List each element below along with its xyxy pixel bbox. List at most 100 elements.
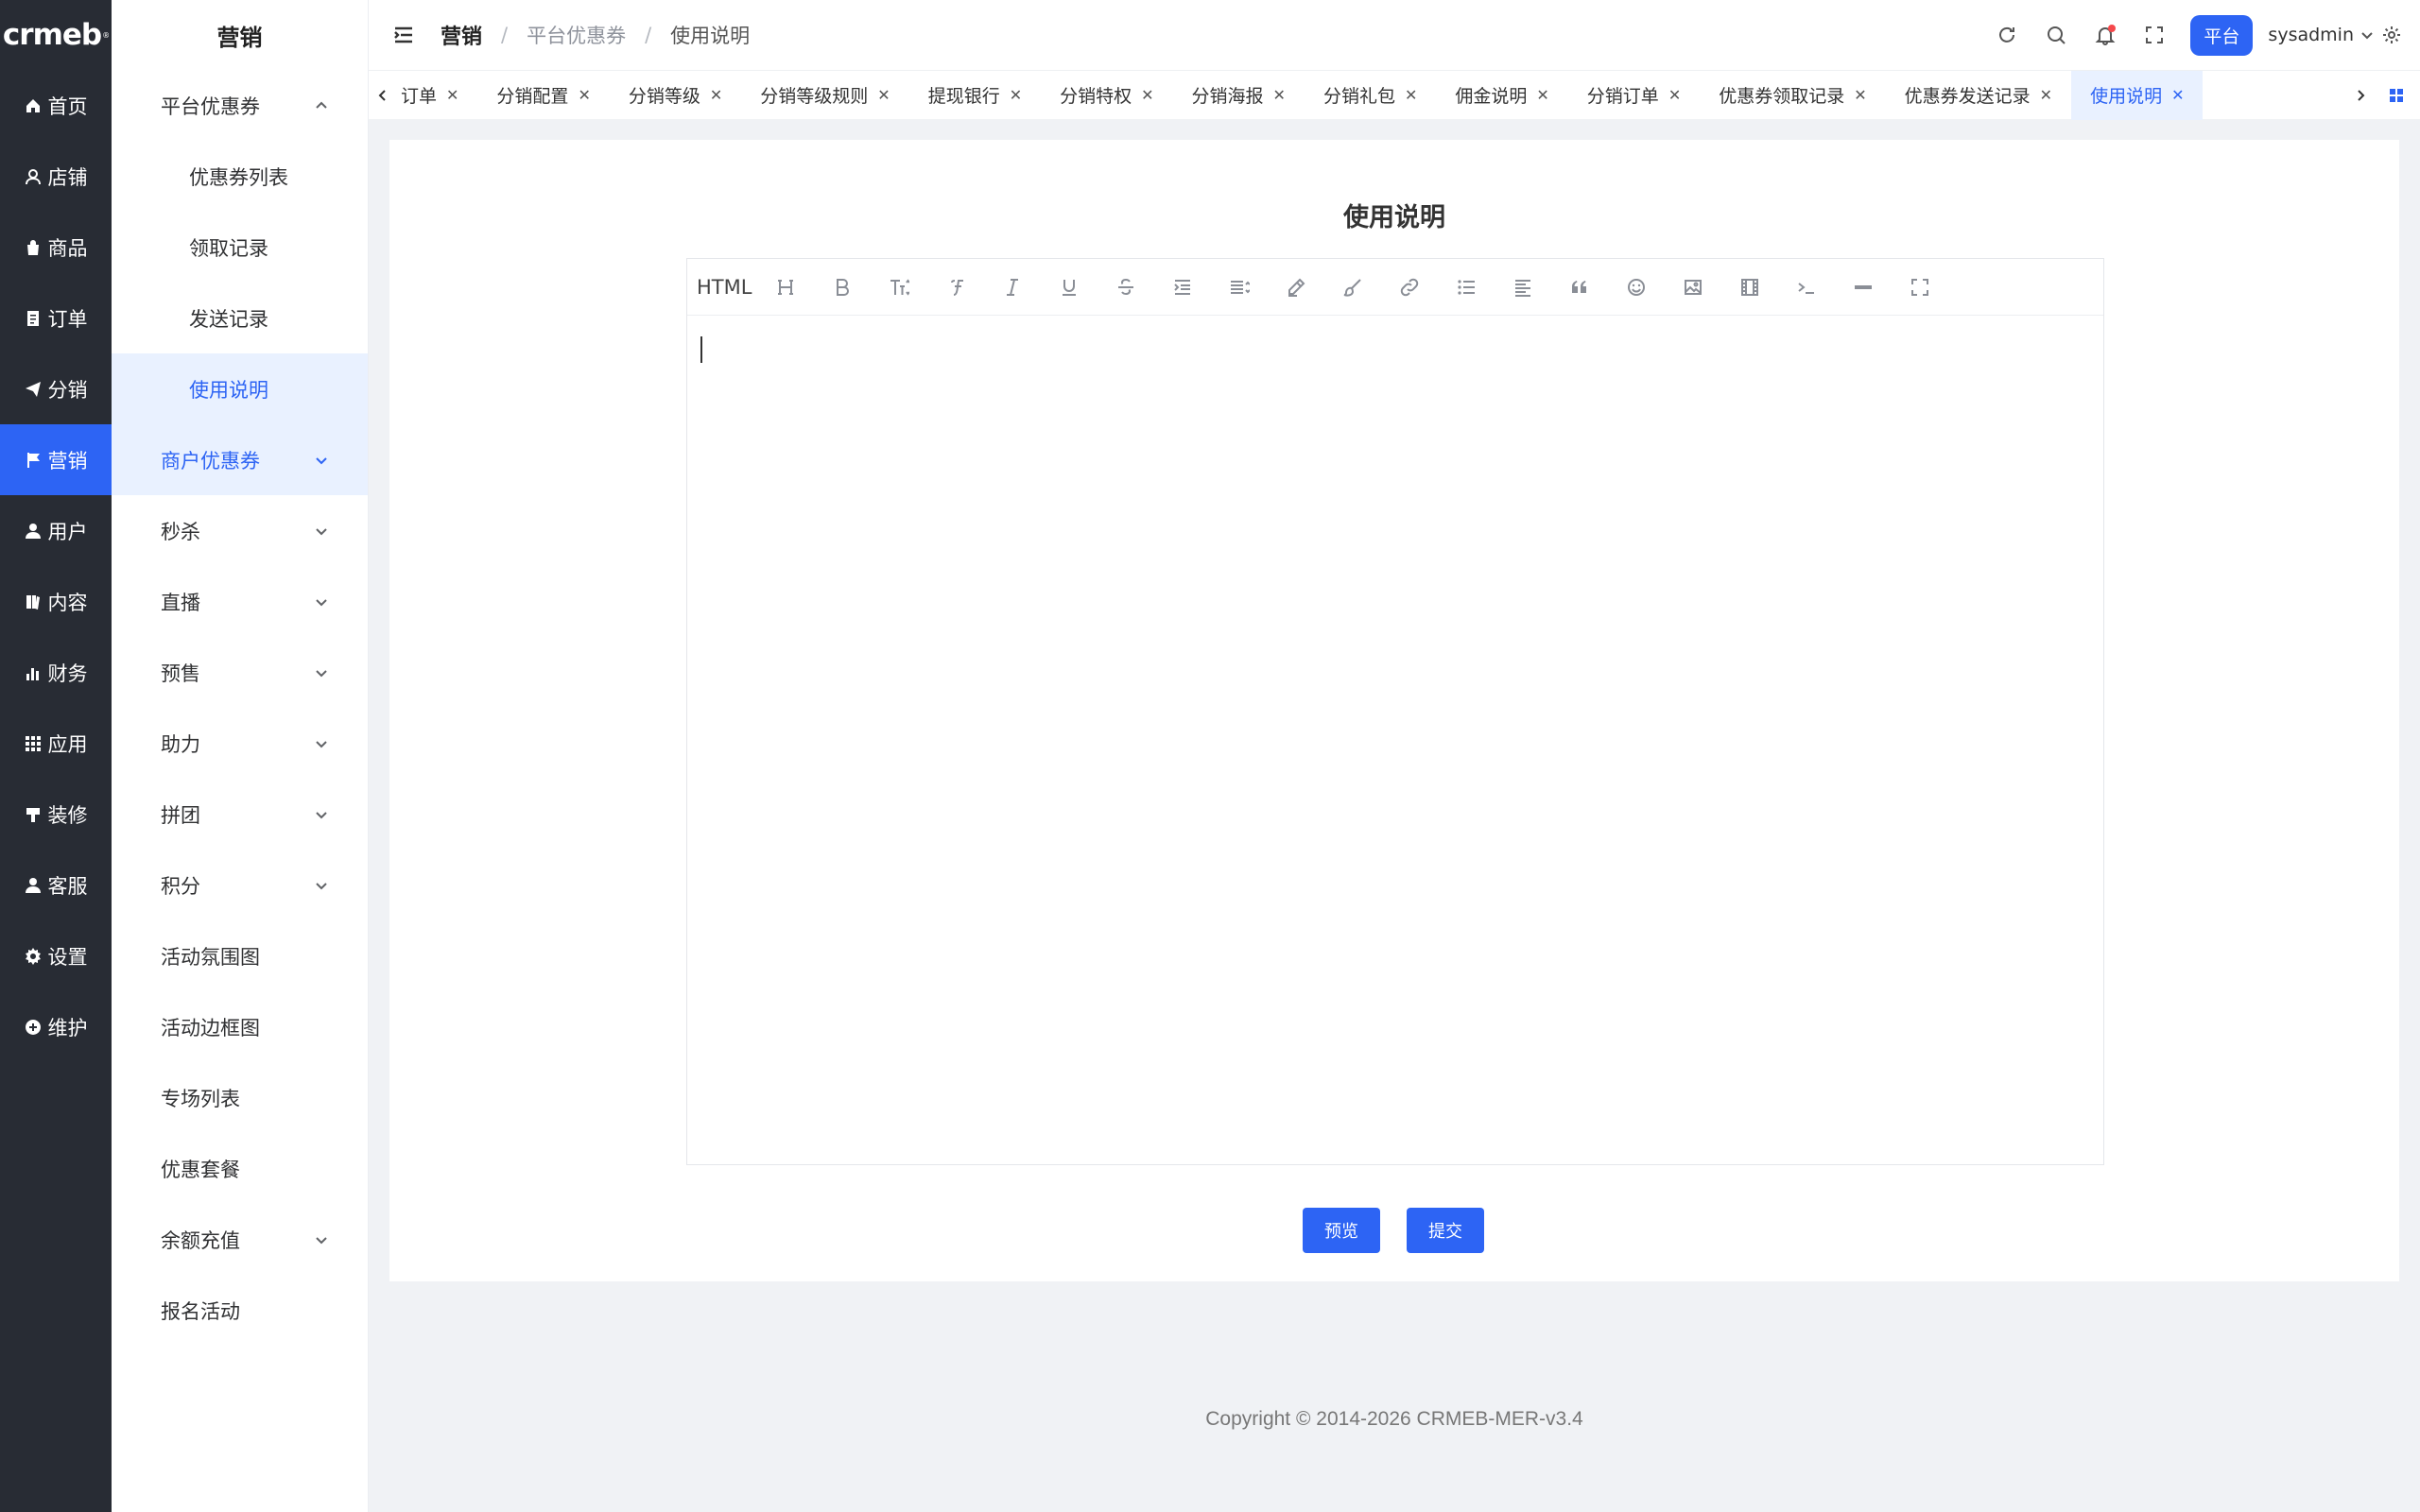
rail-item[interactable]: 内容: [0, 566, 112, 637]
rail-item[interactable]: 设置: [0, 920, 112, 991]
submenu-child-item[interactable]: 使用说明: [112, 353, 368, 424]
tab-item[interactable]: 分销礼包 ✕: [1305, 71, 1436, 120]
submenu-item[interactable]: 余额充值: [112, 1204, 368, 1275]
notification-button[interactable]: [2081, 0, 2130, 70]
close-icon[interactable]: ✕: [710, 86, 722, 104]
rail-item[interactable]: 客服: [0, 850, 112, 920]
submenu-item[interactable]: 活动氛围图: [112, 920, 368, 991]
fullscreen-button[interactable]: [2130, 0, 2179, 70]
submit-button[interactable]: 提交: [1407, 1208, 1484, 1253]
platform-badge[interactable]: 平台: [2190, 14, 2254, 56]
line-height-button[interactable]: [1211, 259, 1268, 316]
close-icon[interactable]: ✕: [2040, 86, 2052, 104]
indent-button[interactable]: [1154, 259, 1211, 316]
tabs-menu-button[interactable]: [2382, 71, 2411, 120]
refresh-icon: [1999, 26, 2015, 43]
tab-item[interactable]: 优惠券发送记录 ✕: [1886, 71, 2071, 120]
quote-button[interactable]: [1551, 259, 1608, 316]
submenu-item[interactable]: 活动边框图: [112, 991, 368, 1062]
tab-item[interactable]: 订单 ✕: [397, 71, 477, 120]
font-family-button[interactable]: [927, 259, 984, 316]
editor-fullscreen-button[interactable]: [1892, 259, 1948, 316]
submenu-item[interactable]: 商户优惠券: [112, 424, 368, 495]
user-menu[interactable]: sysadmin: [2268, 25, 2373, 45]
italic-button[interactable]: [984, 259, 1041, 316]
breadcrumb-item[interactable]: 平台优惠券: [527, 21, 626, 49]
rail-item[interactable]: 店铺: [0, 141, 112, 212]
rail-item[interactable]: 装修: [0, 779, 112, 850]
search-icon: [2048, 26, 2066, 44]
submenu-item[interactable]: 优惠套餐: [112, 1133, 368, 1204]
settings-button[interactable]: [2373, 0, 2411, 70]
submenu-child-item[interactable]: 优惠券列表: [112, 141, 368, 212]
tab-item[interactable]: 分销海报 ✕: [1173, 71, 1305, 120]
divider-button[interactable]: [1835, 259, 1892, 316]
close-icon[interactable]: ✕: [2171, 86, 2184, 104]
bold-icon: [837, 278, 850, 296]
rail-item[interactable]: 分销: [0, 353, 112, 424]
heading-button[interactable]: [757, 259, 814, 316]
code-button[interactable]: [1778, 259, 1835, 316]
close-icon[interactable]: ✕: [1536, 86, 1548, 104]
submenu-item[interactable]: 预售: [112, 637, 368, 708]
close-icon[interactable]: ✕: [578, 86, 590, 104]
rail-item[interactable]: 财务: [0, 637, 112, 708]
image-button[interactable]: [1665, 259, 1721, 316]
strikethrough-button[interactable]: [1098, 259, 1154, 316]
submenu-item[interactable]: 直播: [112, 566, 368, 637]
submenu-item[interactable]: 积分: [112, 850, 368, 920]
tabs-scroll-left[interactable]: [369, 71, 397, 120]
submenu-item[interactable]: 平台优惠券: [112, 70, 368, 141]
rail-item[interactable]: 应用: [0, 708, 112, 779]
tab-item[interactable]: 分销订单 ✕: [1568, 71, 1700, 120]
tabs-scroll-right[interactable]: [2346, 71, 2375, 120]
tab-item[interactable]: 佣金说明 ✕: [1436, 71, 1567, 120]
tab-item[interactable]: 分销配置 ✕: [477, 71, 609, 120]
bold-button[interactable]: [814, 259, 871, 316]
tab-item[interactable]: 分销特权 ✕: [1041, 71, 1172, 120]
emoji-button[interactable]: [1608, 259, 1665, 316]
close-icon[interactable]: ✕: [1010, 86, 1022, 104]
breadcrumb-item[interactable]: 营销: [441, 20, 482, 50]
tab-item[interactable]: 使用说明 ✕: [2071, 70, 2204, 120]
rail-item[interactable]: 维护: [0, 991, 112, 1062]
tab-item[interactable]: 提现银行 ✕: [909, 71, 1041, 120]
tab-item[interactable]: 分销等级规则 ✕: [741, 71, 908, 120]
close-icon[interactable]: ✕: [1273, 86, 1286, 104]
link-button[interactable]: [1381, 259, 1438, 316]
close-icon[interactable]: ✕: [1141, 86, 1153, 104]
bullet-list-button[interactable]: [1438, 259, 1495, 316]
menu-collapse-icon[interactable]: [391, 23, 416, 47]
font-size-button[interactable]: [871, 259, 927, 316]
rail-item[interactable]: 营销: [0, 424, 112, 495]
rail-item[interactable]: 商品: [0, 212, 112, 283]
video-button[interactable]: [1721, 259, 1778, 316]
background-color-button[interactable]: [1324, 259, 1381, 316]
align-button[interactable]: [1495, 259, 1551, 316]
close-icon[interactable]: ✕: [1405, 86, 1417, 104]
rail-item[interactable]: 订单: [0, 283, 112, 353]
search-button[interactable]: [2031, 0, 2081, 70]
submenu-item[interactable]: 助力: [112, 708, 368, 779]
editor-content-area[interactable]: [687, 316, 2103, 1164]
close-icon[interactable]: ✕: [446, 86, 458, 104]
close-icon[interactable]: ✕: [1854, 86, 1866, 104]
submenu-child-item[interactable]: 发送记录: [112, 283, 368, 353]
brand-logo[interactable]: crmeb ®: [0, 0, 112, 70]
submenu-item[interactable]: 秒杀: [112, 495, 368, 566]
rail-item[interactable]: 用户: [0, 495, 112, 566]
submenu-item[interactable]: 拼团: [112, 779, 368, 850]
font-color-button[interactable]: [1268, 259, 1324, 316]
refresh-button[interactable]: [1982, 0, 2031, 70]
preview-button[interactable]: 预览: [1303, 1208, 1380, 1253]
html-mode-button[interactable]: HTML: [697, 259, 757, 316]
underline-button[interactable]: [1041, 259, 1098, 316]
close-icon[interactable]: ✕: [877, 86, 890, 104]
submenu-item[interactable]: 报名活动: [112, 1275, 368, 1346]
tab-item[interactable]: 优惠券领取记录 ✕: [1700, 71, 1885, 120]
rail-item[interactable]: 首页: [0, 70, 112, 141]
submenu-item[interactable]: 专场列表: [112, 1062, 368, 1133]
close-icon[interactable]: ✕: [1668, 86, 1681, 104]
submenu-child-item[interactable]: 领取记录: [112, 212, 368, 283]
tab-item[interactable]: 分销等级 ✕: [610, 71, 741, 120]
